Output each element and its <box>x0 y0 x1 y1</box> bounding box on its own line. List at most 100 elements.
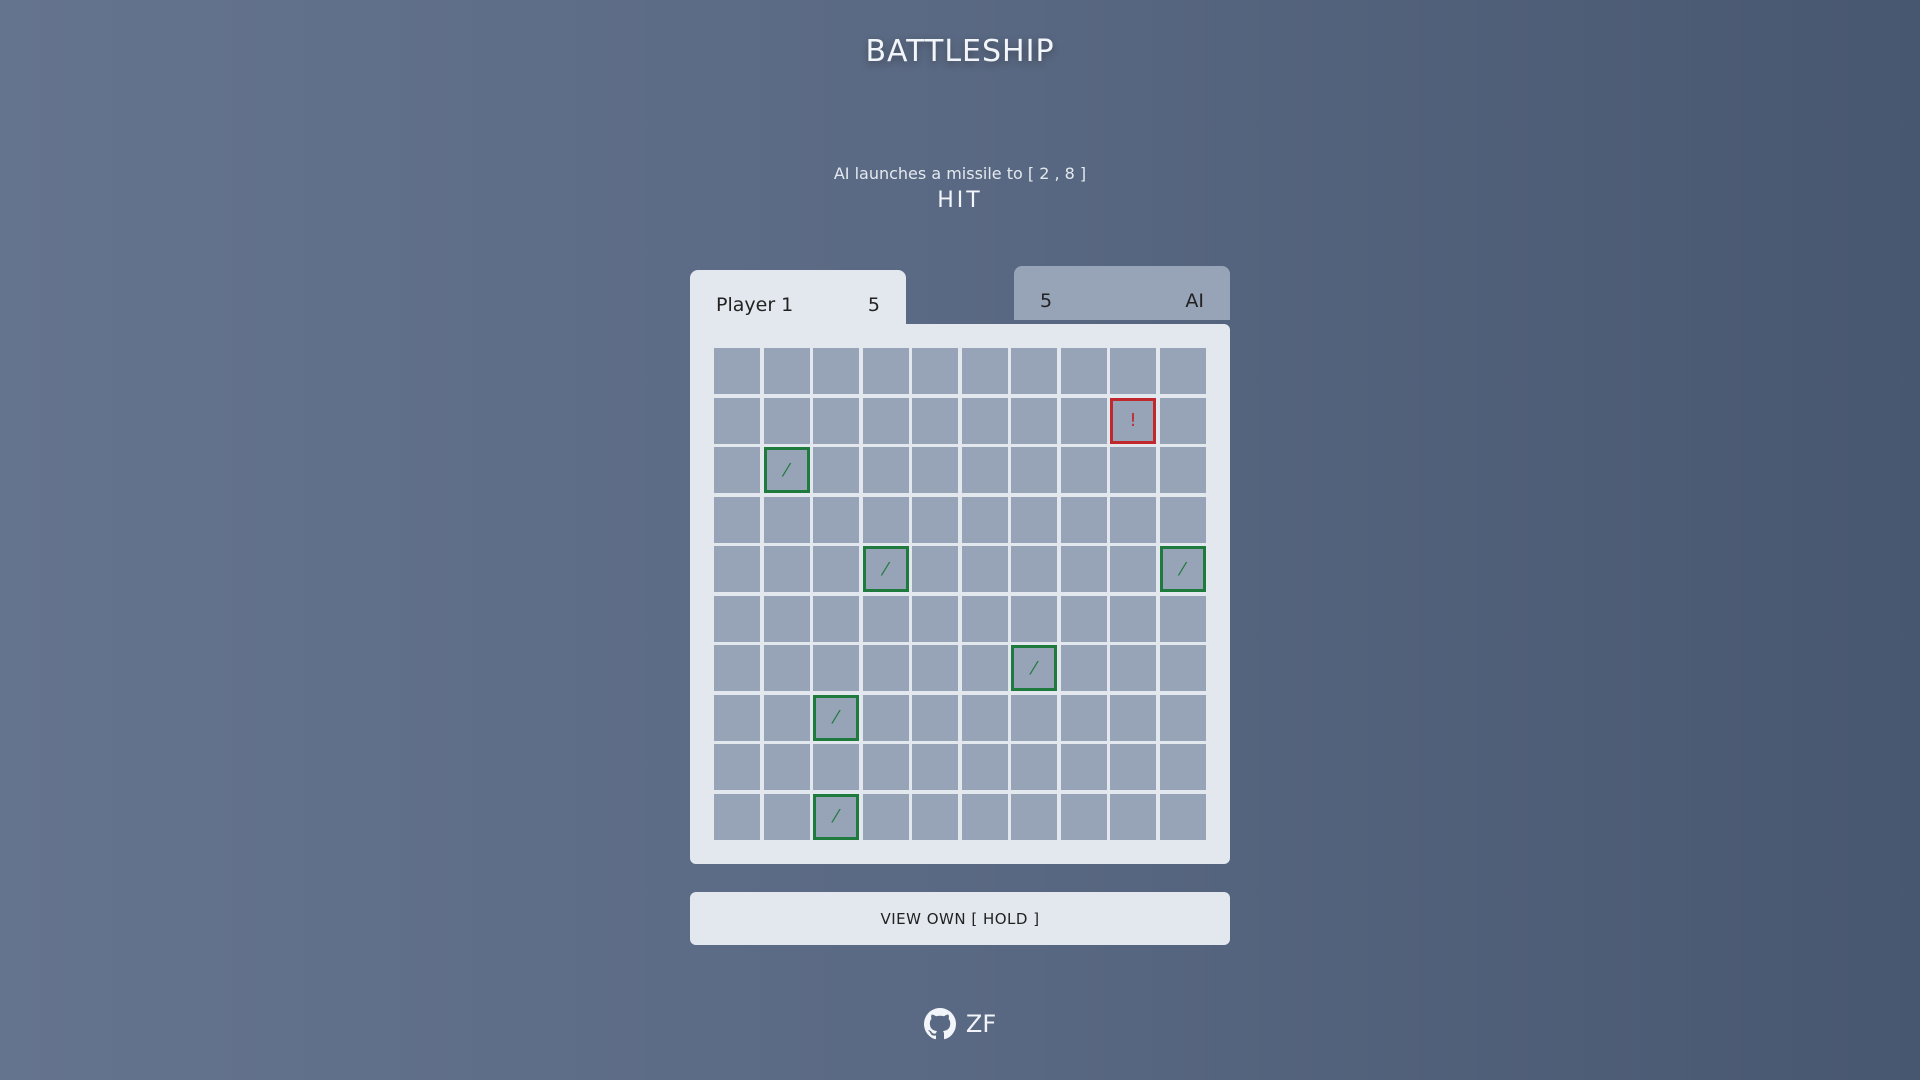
grid-cell[interactable] <box>961 348 1008 394</box>
grid-cell[interactable] <box>1159 447 1206 493</box>
grid-cell[interactable] <box>1110 595 1156 642</box>
grid-cell[interactable] <box>1110 546 1156 592</box>
grid-cell[interactable] <box>813 496 859 543</box>
grid-cell[interactable] <box>912 744 958 790</box>
grid-cell-hit[interactable]: ! <box>1110 397 1156 444</box>
grid-cell[interactable] <box>1060 595 1107 642</box>
grid-cell[interactable] <box>912 595 958 642</box>
grid-cell[interactable] <box>912 546 958 592</box>
grid-cell[interactable] <box>1060 694 1107 741</box>
grid-cell[interactable] <box>1110 496 1156 543</box>
grid-cell[interactable] <box>862 793 909 840</box>
grid-cell[interactable] <box>961 595 1008 642</box>
grid-cell-miss[interactable]: ⁄ <box>1159 546 1206 592</box>
grid-cell[interactable] <box>961 744 1008 790</box>
grid-cell[interactable] <box>763 793 810 840</box>
grid-cell[interactable] <box>961 694 1008 741</box>
grid-cell[interactable] <box>813 595 859 642</box>
grid-cell[interactable] <box>862 496 909 543</box>
grid-cell[interactable] <box>862 645 909 691</box>
grid-cell[interactable] <box>1110 744 1156 790</box>
grid-cell[interactable] <box>1159 348 1206 394</box>
grid-cell[interactable] <box>714 546 760 592</box>
grid-cell[interactable] <box>1011 793 1057 840</box>
grid-cell[interactable] <box>1159 744 1206 790</box>
grid-cell[interactable] <box>1011 348 1057 394</box>
grid-cell[interactable] <box>763 348 810 394</box>
grid-cell[interactable] <box>1060 496 1107 543</box>
grid-cell[interactable] <box>714 447 760 493</box>
grid-cell[interactable] <box>763 694 810 741</box>
grid-cell[interactable] <box>763 397 810 444</box>
grid-cell[interactable] <box>813 645 859 691</box>
grid-cell[interactable] <box>813 348 859 394</box>
grid-cell[interactable] <box>714 348 760 394</box>
grid-cell[interactable] <box>813 546 859 592</box>
grid-cell[interactable] <box>1159 397 1206 444</box>
grid-cell[interactable] <box>1110 447 1156 493</box>
grid-cell[interactable] <box>714 694 760 741</box>
grid-cell[interactable] <box>763 595 810 642</box>
grid-cell[interactable] <box>763 546 810 592</box>
grid-cell[interactable] <box>862 694 909 741</box>
grid-cell[interactable] <box>1011 595 1057 642</box>
tab-ai[interactable]: 5 AI <box>1014 266 1230 320</box>
grid-cell[interactable] <box>1011 447 1057 493</box>
grid-cell-miss[interactable]: ⁄ <box>813 793 859 840</box>
grid-cell[interactable] <box>862 744 909 790</box>
grid-cell[interactable] <box>1159 793 1206 840</box>
grid-cell[interactable] <box>961 546 1008 592</box>
grid-cell[interactable] <box>912 397 958 444</box>
grid-cell[interactable] <box>1159 595 1206 642</box>
grid-cell[interactable] <box>1110 694 1156 741</box>
grid-cell[interactable] <box>912 793 958 840</box>
grid-cell[interactable] <box>763 645 810 691</box>
grid-cell[interactable] <box>961 447 1008 493</box>
grid-cell[interactable] <box>912 645 958 691</box>
grid-cell[interactable] <box>714 744 760 790</box>
grid-cell[interactable] <box>1011 694 1057 741</box>
grid-cell[interactable] <box>813 397 859 444</box>
grid-cell[interactable] <box>912 348 958 394</box>
grid-cell[interactable] <box>1159 496 1206 543</box>
grid-cell[interactable] <box>1110 348 1156 394</box>
github-link[interactable]: ZF <box>923 1008 996 1040</box>
grid-cell[interactable] <box>1060 348 1107 394</box>
grid-cell[interactable] <box>1110 793 1156 840</box>
grid-cell[interactable] <box>862 397 909 444</box>
grid-cell[interactable] <box>912 447 958 493</box>
grid-cell-miss[interactable]: ⁄ <box>763 447 810 493</box>
grid-cell[interactable] <box>961 496 1008 543</box>
grid-cell[interactable] <box>1011 744 1057 790</box>
grid-cell[interactable] <box>1011 496 1057 543</box>
grid-cell[interactable] <box>912 694 958 741</box>
grid-cell[interactable] <box>1060 645 1107 691</box>
grid-cell[interactable] <box>961 397 1008 444</box>
grid-cell[interactable] <box>1060 447 1107 493</box>
grid-cell[interactable] <box>862 595 909 642</box>
grid-cell[interactable] <box>1060 397 1107 444</box>
grid-cell[interactable] <box>714 397 760 444</box>
grid-cell[interactable] <box>1110 645 1156 691</box>
grid-cell[interactable] <box>1060 744 1107 790</box>
grid-cell[interactable] <box>1159 694 1206 741</box>
grid-cell[interactable] <box>763 744 810 790</box>
grid-cell-miss[interactable]: ⁄ <box>862 546 909 592</box>
grid-cell[interactable] <box>961 793 1008 840</box>
grid-cell[interactable] <box>1159 645 1206 691</box>
grid-cell[interactable] <box>763 496 810 543</box>
grid-cell[interactable] <box>1011 546 1057 592</box>
grid-cell-miss[interactable]: ⁄ <box>1011 645 1057 691</box>
grid-cell[interactable] <box>862 447 909 493</box>
grid-cell[interactable] <box>714 496 760 543</box>
grid-cell[interactable] <box>1060 546 1107 592</box>
grid-cell[interactable] <box>1060 793 1107 840</box>
grid-cell[interactable] <box>714 645 760 691</box>
tab-player[interactable]: Player 1 5 <box>690 270 906 324</box>
grid-cell[interactable] <box>714 595 760 642</box>
grid-cell-miss[interactable]: ⁄ <box>813 694 859 741</box>
grid-cell[interactable] <box>1011 397 1057 444</box>
grid-cell[interactable] <box>813 447 859 493</box>
grid-cell[interactable] <box>714 793 760 840</box>
grid-cell[interactable] <box>961 645 1008 691</box>
